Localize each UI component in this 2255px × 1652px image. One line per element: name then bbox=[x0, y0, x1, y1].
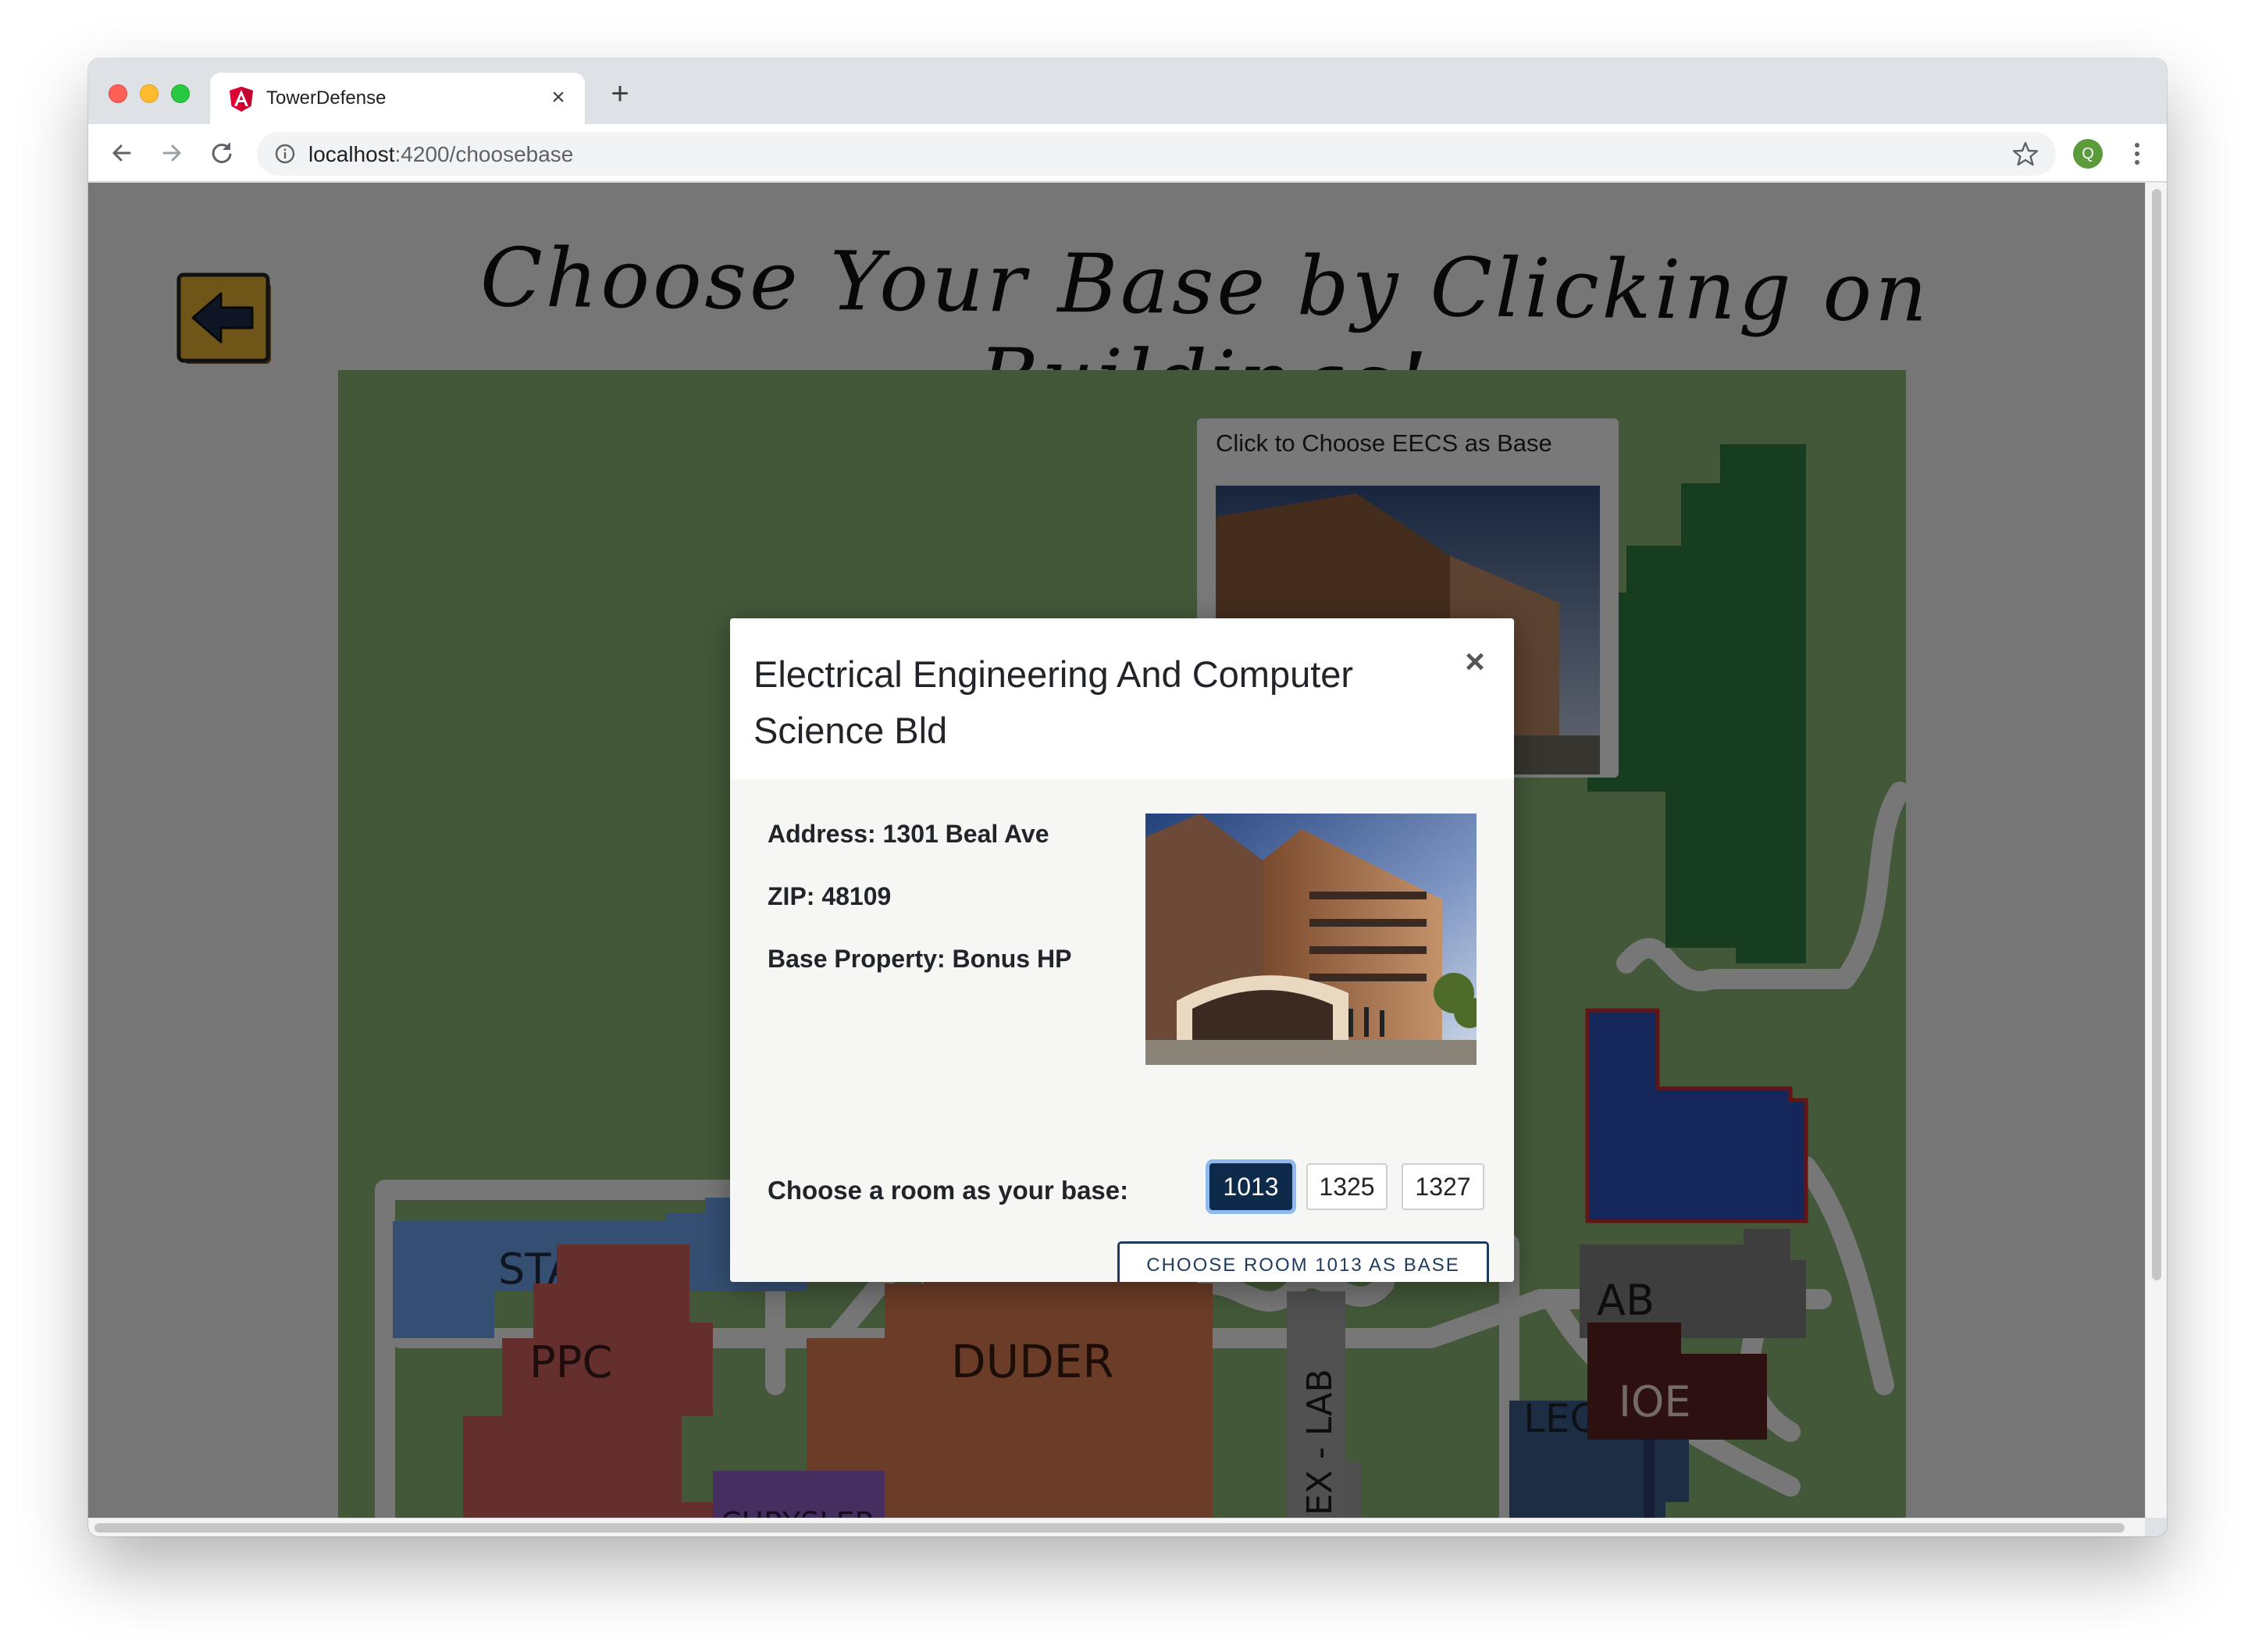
room-prompt: Choose a room as your base: bbox=[768, 1176, 1129, 1205]
back-arrow-icon[interactable] bbox=[104, 135, 140, 171]
room-button-1013[interactable]: 1013 bbox=[1209, 1163, 1292, 1210]
url-path: :4200/choosebase bbox=[394, 142, 574, 166]
building-zip: ZIP: 48109 bbox=[768, 882, 892, 910]
tab-close-icon[interactable]: × bbox=[543, 82, 574, 113]
vertical-scroll-thumb[interactable] bbox=[2152, 189, 2161, 1280]
zoom-window-button[interactable] bbox=[171, 84, 190, 103]
profile-avatar[interactable]: Q bbox=[2073, 139, 2103, 169]
room-button-1325[interactable]: 1325 bbox=[1306, 1163, 1388, 1210]
horizontal-scroll-thumb[interactable] bbox=[94, 1523, 2125, 1533]
page-viewport: Choose Your Base by Clicking on Building… bbox=[88, 183, 2145, 1518]
choose-room-button[interactable]: CHOOSE ROOM 1013 AS BASE bbox=[1117, 1241, 1489, 1282]
kebab-menu-icon[interactable] bbox=[2129, 138, 2145, 169]
reload-icon[interactable] bbox=[204, 135, 240, 171]
modal-header: Electrical Engineering And Computer Scie… bbox=[730, 618, 1514, 779]
browser-tab[interactable]: TowerDefense × bbox=[210, 73, 585, 124]
browser-toolbar: localhost:4200/choosebase Q bbox=[88, 124, 2167, 182]
close-icon[interactable]: × bbox=[1459, 645, 1491, 679]
info-icon[interactable] bbox=[274, 143, 296, 165]
url-host: localhost bbox=[308, 142, 395, 166]
building-modal: Electrical Engineering And Computer Scie… bbox=[730, 618, 1514, 1282]
address-bar[interactable]: localhost:4200/choosebase bbox=[257, 132, 2056, 176]
browser-window: TowerDefense × + localhost:4200/chooseba… bbox=[88, 59, 2167, 1536]
modal-body: Address: 1301 Beal Ave ZIP: 48109 Base P… bbox=[730, 779, 1514, 1282]
close-window-button[interactable] bbox=[109, 84, 127, 103]
eecs-building-photo bbox=[1145, 814, 1477, 1065]
room-button-1327[interactable]: 1327 bbox=[1402, 1163, 1484, 1210]
bookmark-star-icon[interactable] bbox=[2012, 141, 2039, 167]
title-bar: TowerDefense × + bbox=[88, 59, 2167, 124]
horizontal-scrollbar[interactable] bbox=[88, 1518, 2145, 1536]
vertical-scrollbar[interactable] bbox=[2145, 183, 2167, 1518]
minimize-window-button[interactable] bbox=[140, 84, 159, 103]
angular-icon bbox=[230, 87, 253, 112]
building-address: Address: 1301 Beal Ave bbox=[768, 820, 1049, 848]
modal-title: Electrical Engineering And Computer Scie… bbox=[753, 653, 1354, 751]
tab-title: TowerDefense bbox=[266, 87, 387, 109]
forward-arrow-icon[interactable] bbox=[154, 135, 190, 171]
url-text: localhost:4200/choosebase bbox=[308, 142, 573, 167]
base-property: Base Property: Bonus HP bbox=[768, 945, 1072, 973]
new-tab-icon[interactable]: + bbox=[602, 76, 638, 112]
